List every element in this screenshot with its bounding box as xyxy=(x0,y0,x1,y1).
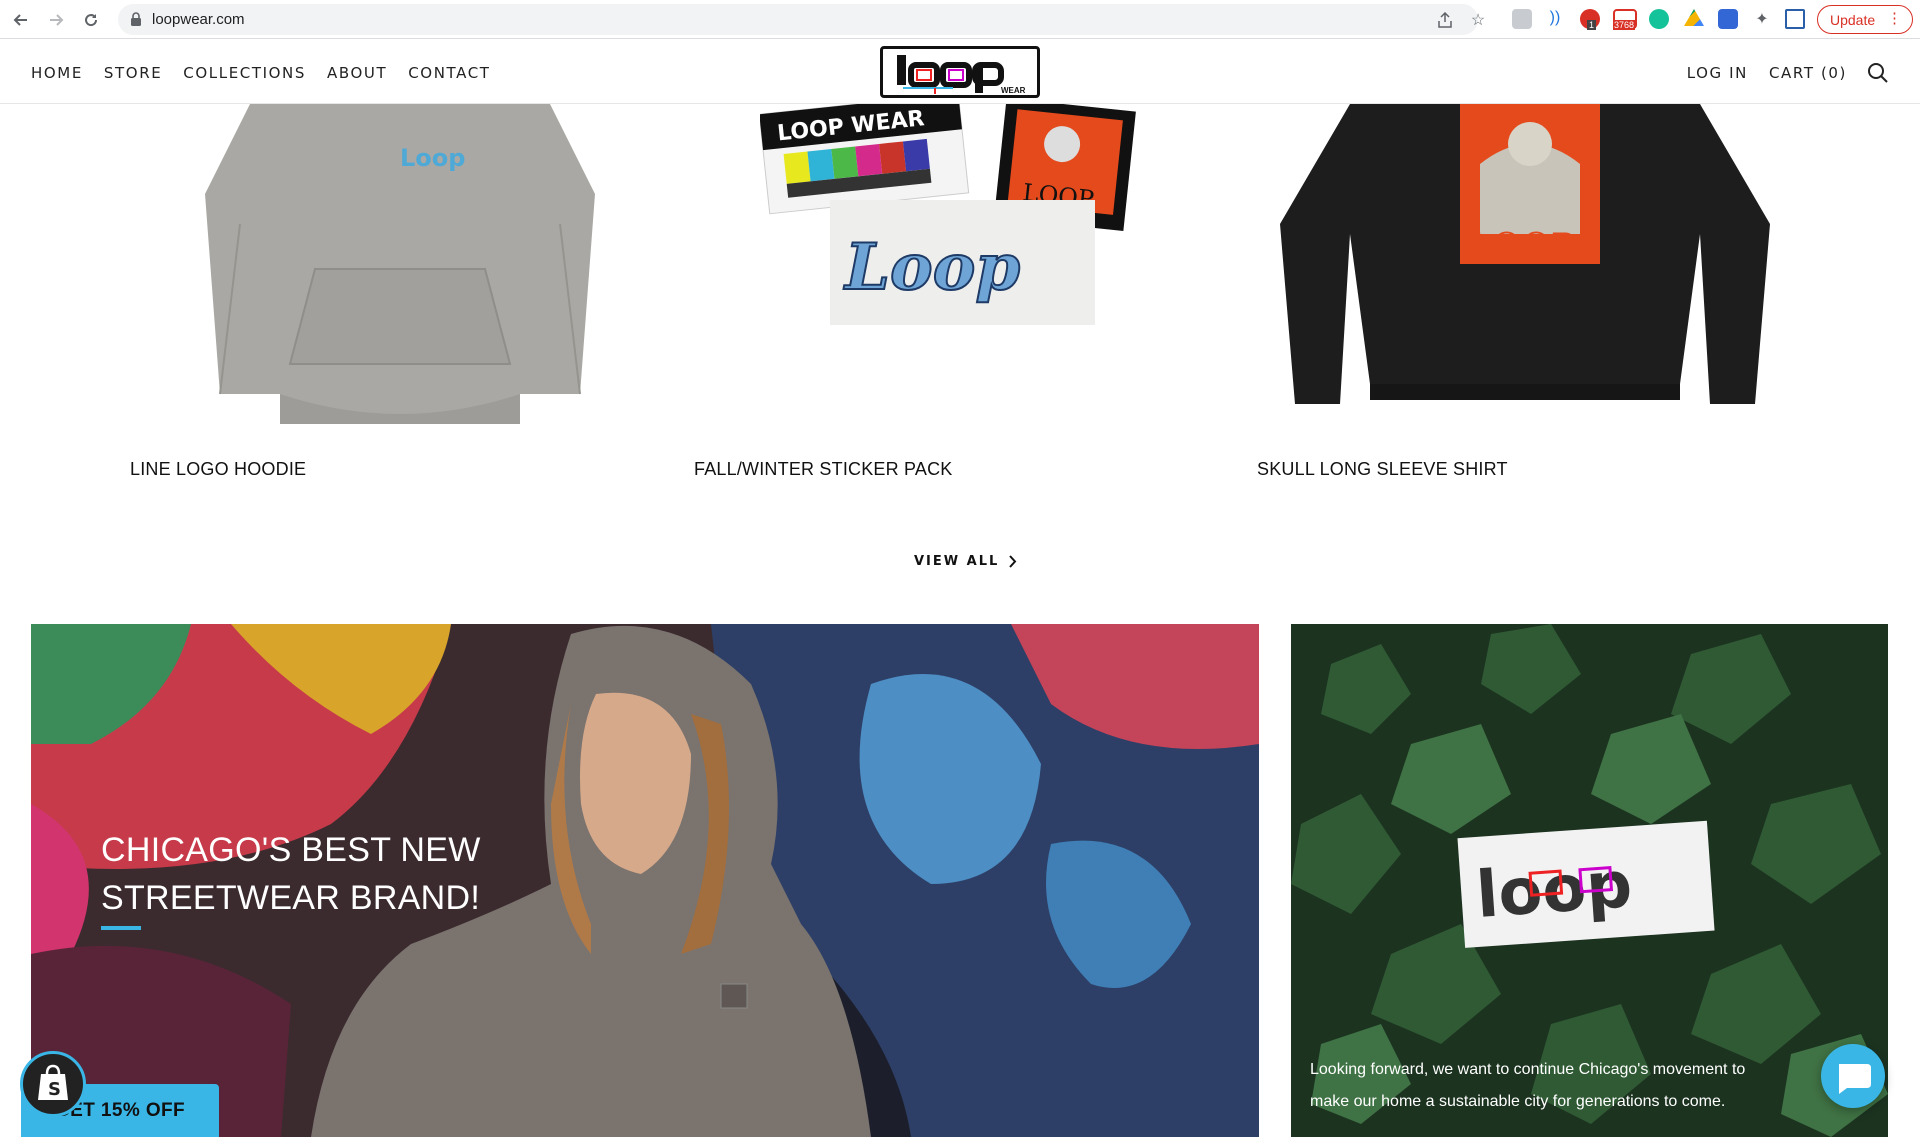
long-sleeve-print: LOOP xyxy=(1468,227,1575,268)
product-title[interactable]: SKULL LONG SLEEVE SHIRT xyxy=(1257,459,1508,480)
extension-k-icon[interactable] xyxy=(1512,9,1532,29)
extensions-icon[interactable]: ✦ xyxy=(1752,9,1772,29)
nav-about[interactable]: ABOUT xyxy=(327,64,387,82)
product-title[interactable]: LINE LOGO HOODIE xyxy=(130,459,306,480)
site-header: HOME STORE COLLECTIONS ABOUT CONTACT WEA… xyxy=(0,40,1920,104)
nav-store[interactable]: STORE xyxy=(104,64,162,82)
extension-b-icon[interactable] xyxy=(1785,9,1805,29)
forward-arrow-icon[interactable] xyxy=(43,7,69,33)
back-arrow-icon[interactable] xyxy=(8,7,34,33)
cart-link[interactable]: CART (0) xyxy=(1769,64,1847,82)
lock-icon xyxy=(131,12,141,26)
search-icon[interactable] xyxy=(1867,62,1889,84)
headline-accent-rule xyxy=(101,926,141,930)
site-logo[interactable]: WEAR xyxy=(880,46,1040,98)
shopify-bag-icon[interactable]: S xyxy=(20,1051,86,1117)
url-text: loopwear.com xyxy=(152,11,245,28)
update-label: Update xyxy=(1830,11,1876,28)
nav-home[interactable]: HOME xyxy=(31,64,83,82)
hero-banner[interactable]: CHICAGO'S BEST NEW STREETWEAR BRAND! xyxy=(31,624,1259,1137)
extension-wave-icon[interactable]: )) xyxy=(1545,9,1565,29)
svg-text:WEAR: WEAR xyxy=(1001,86,1026,95)
product-image-long-sleeve[interactable]: LOOP xyxy=(1280,104,1770,444)
main-nav: HOME STORE COLLECTIONS ABOUT CONTACT xyxy=(31,64,491,82)
chevron-right-icon xyxy=(1009,555,1017,568)
extension-drive-icon[interactable] xyxy=(1684,9,1704,26)
svg-text:Loop: Loop xyxy=(843,230,1020,305)
hoodie-print: Loop xyxy=(400,144,465,172)
address-bar[interactable]: loopwear.com ☆ xyxy=(118,4,1485,35)
extension-abp-icon[interactable]: 1 xyxy=(1580,9,1600,30)
nav-collections[interactable]: COLLECTIONS xyxy=(183,64,306,82)
browser-toolbar: loopwear.com ☆ )) 1 3768 ✦ Update ⋮ xyxy=(0,0,1920,39)
reload-icon[interactable] xyxy=(78,7,104,33)
login-link[interactable]: LOG IN xyxy=(1687,64,1748,82)
chat-bubble-icon[interactable] xyxy=(1821,1044,1885,1108)
hero-headline: CHICAGO'S BEST NEW STREETWEAR BRAND! xyxy=(101,831,481,917)
share-icon[interactable] xyxy=(1436,11,1454,29)
view-all-label: VIEW ALL xyxy=(914,554,1000,569)
product-image-sticker-pack[interactable]: LOOP WEAR LOOP Loop xyxy=(760,104,1140,444)
extension-calendar-icon[interactable] xyxy=(1718,9,1738,29)
account-nav: LOG IN CART (0) xyxy=(1687,64,1847,82)
sustainability-banner[interactable]: loop Looking forward, we want to continu… xyxy=(1291,624,1888,1137)
extension-grammarly-icon[interactable] xyxy=(1649,9,1669,29)
svg-text:S: S xyxy=(48,1079,61,1100)
update-button[interactable]: Update ⋮ xyxy=(1817,5,1913,34)
menu-dots-icon[interactable]: ⋮ xyxy=(1887,10,1902,28)
nav-contact[interactable]: CONTACT xyxy=(408,64,490,82)
sustainability-text: Looking forward, we want to continue Chi… xyxy=(1310,1061,1746,1110)
product-image-hoodie[interactable]: Loop xyxy=(180,104,620,444)
view-all-link[interactable]: VIEW ALL xyxy=(914,554,1017,569)
extension-gmail-icon[interactable]: 3768 xyxy=(1613,9,1637,30)
star-icon[interactable]: ☆ xyxy=(1469,11,1487,29)
product-title[interactable]: FALL/WINTER STICKER PACK xyxy=(694,459,953,480)
